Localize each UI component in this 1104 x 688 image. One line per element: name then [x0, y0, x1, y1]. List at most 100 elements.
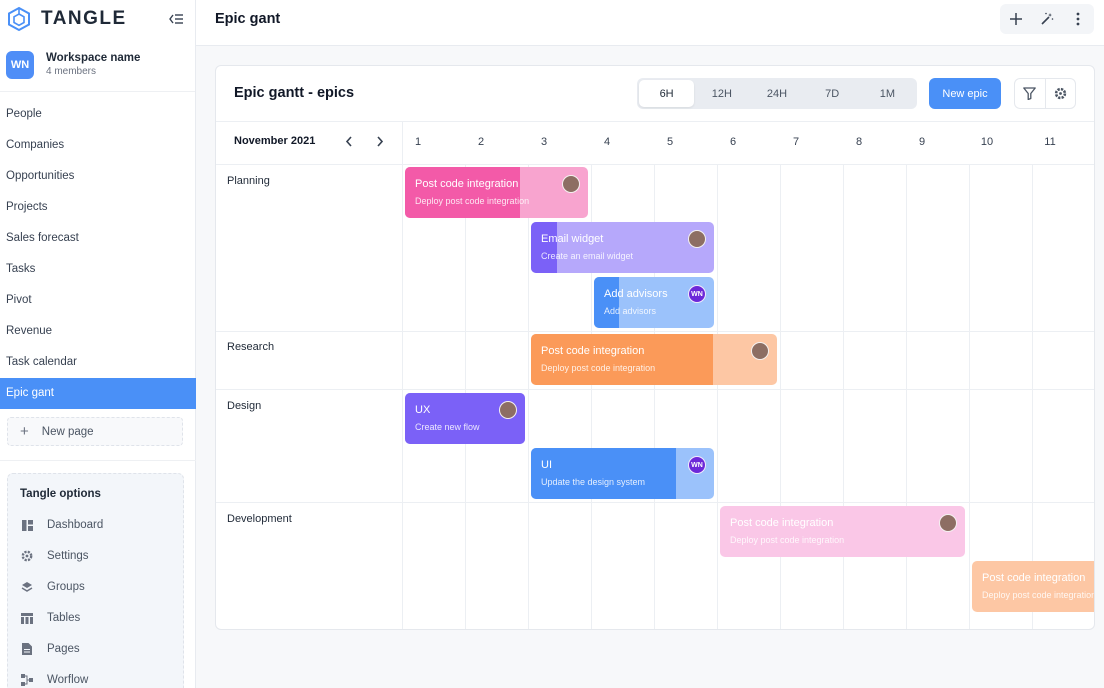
- option-label: Dashboard: [47, 519, 104, 531]
- sidebar-item-opportunities[interactable]: Opportunities: [0, 160, 196, 191]
- assignee-avatar: [751, 342, 769, 360]
- month-label: November 2021: [234, 135, 316, 147]
- tangle-options-panel: Tangle options Dashboard Settings Groups…: [7, 473, 184, 688]
- assignee-avatar: [939, 514, 957, 532]
- plus-icon: [1009, 13, 1022, 25]
- logo-row: TANGLE: [0, 0, 195, 38]
- option-label: Tables: [47, 612, 81, 624]
- sidebar-item-companies[interactable]: Companies: [0, 129, 196, 160]
- magic-wand-button[interactable]: [1036, 8, 1058, 30]
- sidebar-item-task-calendar[interactable]: Task calendar: [0, 347, 196, 378]
- epic-title: UX: [415, 404, 431, 416]
- day-label: 11: [1044, 136, 1056, 148]
- group-label-research: Research: [227, 341, 275, 353]
- sidebar-item-projects[interactable]: Projects: [0, 191, 196, 222]
- assignee-avatar: [688, 230, 706, 248]
- collapse-sidebar-button[interactable]: [165, 8, 187, 30]
- group-label-planning: Planning: [227, 175, 270, 187]
- day-label: 10: [980, 136, 994, 148]
- day-label: 2: [477, 136, 485, 148]
- epic-title: Email widget: [541, 233, 604, 245]
- group-label-design: Design: [227, 400, 262, 412]
- new-page-label: New page: [41, 425, 94, 438]
- chevron-right-icon: [377, 135, 384, 147]
- add-button[interactable]: [1005, 8, 1027, 30]
- dashboard-icon: [20, 518, 34, 532]
- sidebar-nav: People Companies Opportunities Projects …: [0, 98, 196, 409]
- gear-icon: [20, 549, 34, 563]
- epic-title: Post code integration: [541, 345, 645, 357]
- epic-title: UI: [541, 459, 552, 471]
- collapse-sidebar-icon: [169, 14, 183, 24]
- epic-subtitle: Deploy post code integration: [415, 196, 530, 206]
- sidebar-item-epic-gant[interactable]: Epic gant: [0, 377, 196, 409]
- sidebar-item-tasks[interactable]: Tasks: [0, 253, 196, 284]
- option-dashboard[interactable]: Dashboard: [20, 515, 103, 535]
- day-label: 8: [855, 136, 863, 148]
- next-month-button[interactable]: [372, 133, 388, 149]
- epic-bar[interactable]: UI Update the design system WN: [531, 448, 714, 499]
- sidebar-item-revenue[interactable]: Revenue: [0, 316, 196, 347]
- workspace-name: Workspace name: [46, 52, 141, 64]
- day-label: 4: [603, 136, 611, 148]
- epic-bar[interactable]: Post code integration Deploy post code i…: [405, 167, 588, 218]
- table-icon: [20, 611, 34, 625]
- more-vertical-icon: [1076, 12, 1080, 26]
- sidebar-item-sales-forecast[interactable]: Sales forecast: [0, 222, 196, 253]
- epic-bar[interactable]: UX Create new flow: [405, 393, 525, 444]
- epic-subtitle: Deploy post code integration: [730, 535, 845, 545]
- page-title: Epic gant: [215, 11, 281, 27]
- sidebar-item-people[interactable]: People: [0, 98, 196, 129]
- page-icon: [20, 642, 34, 656]
- epic-bar[interactable]: Post code integration Deploy post code i…: [531, 334, 777, 385]
- day-label: 6: [729, 136, 737, 148]
- topbar: Epic gant: [196, 0, 1104, 46]
- epic-subtitle: Update the design system: [541, 477, 646, 487]
- epic-progress: [531, 334, 714, 385]
- option-settings[interactable]: Settings: [20, 546, 89, 566]
- assignee-avatar: [562, 175, 580, 193]
- plus-icon: +: [20, 423, 29, 440]
- new-page-button[interactable]: + New page: [7, 417, 183, 446]
- day-label: 7: [792, 136, 800, 148]
- brand-name: TANGLE: [41, 8, 127, 29]
- epic-subtitle: Deploy post code integration: [541, 363, 656, 373]
- option-groups[interactable]: Groups: [20, 577, 85, 597]
- more-options-button[interactable]: [1067, 8, 1089, 30]
- epic-subtitle: Create an email widget: [541, 251, 634, 261]
- epic-bar[interactable]: Post code integration Deploy post code i…: [720, 506, 965, 557]
- workspace-avatar: WN: [6, 50, 34, 79]
- assignee-avatar: WN: [688, 456, 706, 474]
- top-actions: [1000, 4, 1094, 34]
- epic-progress: [405, 167, 521, 218]
- gantt-card: Epic gantt - epics 6H 12H 24H 7D 1M New …: [215, 65, 1095, 630]
- option-label: Settings: [47, 550, 89, 562]
- options-title: Tangle options: [20, 488, 101, 500]
- option-workflow[interactable]: Worflow: [20, 670, 88, 688]
- day-label: 3: [540, 136, 548, 148]
- day-label: 5: [666, 136, 674, 148]
- magic-wand-icon: [1041, 12, 1054, 25]
- layers-icon: [20, 580, 34, 594]
- assignee-avatar: [499, 401, 517, 419]
- epic-title: Post code integration: [982, 572, 1086, 584]
- option-label: Worflow: [47, 674, 89, 686]
- chevron-left-icon: [345, 135, 352, 147]
- workspace-switcher[interactable]: WN Workspace name 4 members: [0, 38, 195, 92]
- epic-bar[interactable]: Email widget Create an email widget: [531, 222, 714, 273]
- option-pages[interactable]: Pages: [20, 639, 80, 659]
- sidebar-item-pivot[interactable]: Pivot: [0, 285, 196, 316]
- option-label: Groups: [47, 581, 85, 593]
- epic-subtitle: Add advisors: [604, 306, 657, 316]
- epic-bar[interactable]: Add advisors Add advisors WN: [594, 277, 714, 328]
- epic-bar[interactable]: Post code integration Deploy post code i…: [972, 561, 1094, 612]
- prev-month-button[interactable]: [341, 133, 357, 149]
- assignee-avatar: WN: [688, 285, 706, 303]
- sidebar-divider: [0, 460, 196, 461]
- epic-progress: [531, 222, 557, 273]
- epic-progress: [594, 277, 620, 328]
- day-label: 9: [918, 136, 926, 148]
- epic-progress: [531, 448, 676, 499]
- option-tables[interactable]: Tables: [20, 608, 80, 628]
- epic-title: Post code integration: [415, 178, 519, 190]
